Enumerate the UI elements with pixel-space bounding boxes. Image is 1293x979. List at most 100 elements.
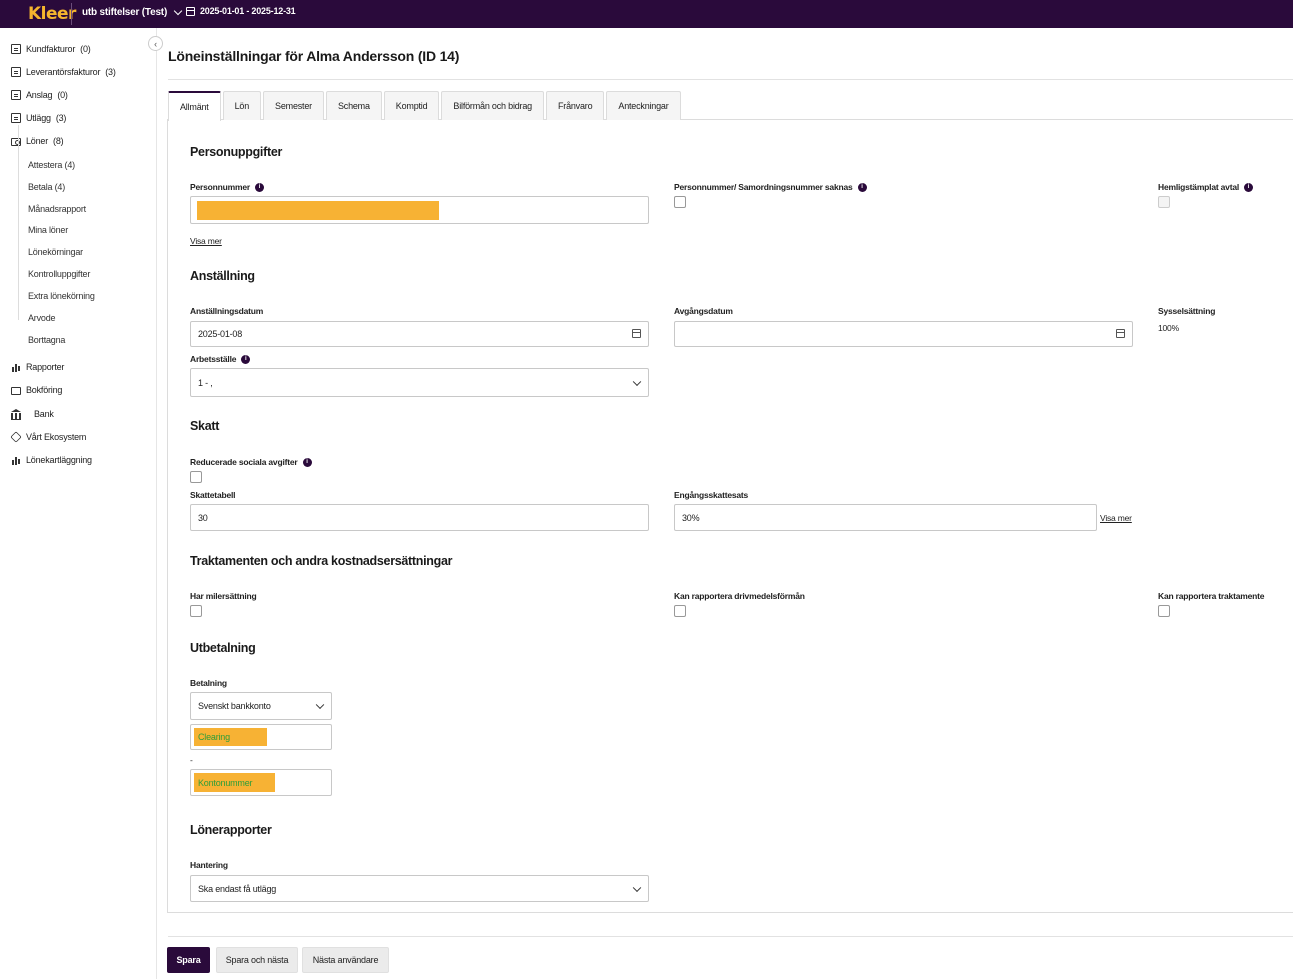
sidebar-item-label: Vårt Ekosystem [26, 432, 87, 442]
sidebar-subitem-mina-loner[interactable]: Mina löner [28, 225, 68, 235]
sidebar-item-vart-ekosystem[interactable]: Vårt Ekosystem [10, 430, 87, 444]
sidebar-subitem-attestera[interactable]: Attestera (4) [28, 160, 75, 170]
sidebar-item-leverantorsfakturor[interactable]: Leverantörsfakturor (3) [11, 65, 116, 79]
section-title-traktamenten: Traktamenten och andra kostnadsersättnin… [190, 554, 453, 568]
sidebar-item-label: Leverantörsfakturor [26, 67, 101, 77]
fuel-benefit-label: Kan rapportera drivmedelsförmån [674, 591, 805, 601]
handling-select[interactable]: Ska endast få utlägg [190, 875, 649, 902]
personnummer-saknas-label: Personnummer/ Samordningsnummer saknas i [674, 182, 867, 192]
sidebar-item-count: (3) [105, 67, 116, 77]
sidebar-item-count: (0) [57, 90, 68, 100]
personnummer-input[interactable] [190, 196, 649, 224]
sidebar-subitem-betala[interactable]: Betala (4) [28, 182, 65, 192]
tab-semester[interactable]: Semester [263, 91, 324, 120]
info-icon[interactable]: i [302, 457, 312, 467]
chevron-down-icon [315, 700, 325, 710]
clearing-placeholder: Clearing [198, 732, 230, 742]
end-date-input[interactable] [674, 321, 1133, 347]
kleer-logo[interactable]: Kleer [8, 3, 76, 24]
info-icon[interactable]: i [241, 354, 251, 364]
account-placeholder: Kontonummer [198, 777, 253, 788]
period-selector[interactable]: 2025-01-01 - 2025-12-31 [186, 6, 296, 16]
supplier-invoice-icon [11, 67, 21, 77]
personnummer-saknas-label-text: Personnummer/ Samordningsnummer saknas [674, 182, 853, 192]
bank-icon [11, 409, 21, 420]
chevron-down-icon [173, 6, 183, 16]
sidebar-item-bank[interactable]: Bank [11, 407, 54, 421]
period-text: 2025-01-01 - 2025-12-31 [200, 6, 296, 16]
personnummer-label: Personnummer i [190, 182, 264, 192]
grant-icon [11, 90, 21, 100]
hemligstamplat-checkbox[interactable] [1158, 196, 1170, 208]
start-date-input[interactable]: 2025-01-08 [190, 321, 649, 347]
redacted-value: Kontonummer [194, 773, 275, 792]
section-title-utbetalning: Utbetalning [190, 641, 256, 655]
section-title-skatt: Skatt [190, 419, 220, 433]
company-selector[interactable]: utb stiftelser (Test) [82, 6, 183, 18]
tab-bilforman[interactable]: Bilförmån och bidrag [441, 91, 544, 120]
chevron-down-icon [632, 883, 642, 892]
info-icon[interactable]: i [254, 182, 264, 192]
show-more-link[interactable]: Visa mer [190, 236, 222, 246]
reduced-fees-checkbox[interactable] [190, 471, 202, 483]
sidebar-subitem-borttagna[interactable]: Borttagna [28, 335, 65, 345]
sidebar-item-anslag[interactable]: Anslag (0) [11, 88, 68, 102]
expense-icon [11, 113, 21, 123]
calendar-icon[interactable] [1116, 329, 1125, 338]
payment-select[interactable]: Svenskt bankkonto [190, 692, 332, 720]
sidebar-subitem-manadsrapport[interactable]: Månadsrapport [28, 204, 86, 214]
workplace-select[interactable]: 1 - , [190, 368, 649, 397]
tab-anteckningar[interactable]: Anteckningar [606, 91, 681, 120]
redacted-value [197, 201, 439, 220]
sidebar-item-label: Löner [26, 136, 49, 146]
mileage-label: Har milersättning [190, 591, 257, 601]
calendar-icon[interactable] [632, 329, 641, 338]
clearing-input[interactable]: Clearing [190, 724, 332, 750]
page-title: Löneinställningar för Alma Andersson (ID… [168, 48, 460, 64]
sidebar-item-label: Lönekartläggning [26, 455, 92, 465]
info-icon[interactable]: i [857, 182, 867, 192]
personnummer-saknas-checkbox[interactable] [674, 196, 686, 208]
sidebar-item-lonekartlaggning[interactable]: Lönekartläggning [11, 453, 92, 467]
sidebar-item-label: Bank [34, 409, 54, 419]
fuel-benefit-checkbox[interactable] [674, 605, 686, 617]
tax-show-more-link[interactable]: Visa mer [1100, 513, 1132, 523]
personnummer-label-text: Personnummer [190, 182, 250, 192]
sidebar-item-utlagg[interactable]: Utlägg (3) [11, 111, 66, 125]
sidebar-subitem-kontrolluppgifter[interactable]: Kontrolluppgifter [28, 269, 90, 279]
sidebar-subitem-arvode[interactable]: Arvode [28, 313, 56, 323]
info-icon[interactable]: i [1244, 182, 1254, 192]
sidebar-subitem-extra-lonekorning[interactable]: Extra lönekörning [28, 291, 95, 301]
save-and-next-button[interactable]: Spara och nästa [216, 947, 298, 973]
tab-franvaro[interactable]: Frånvaro [545, 91, 605, 120]
account-separator: - [190, 755, 193, 765]
top-bar: Kleer utb stiftelser (Test) 2025-01-01 -… [0, 0, 1293, 28]
payment-value: Svenskt bankkonto [198, 701, 271, 711]
start-date-value: 2025-01-08 [198, 329, 243, 339]
workplace-label: Arbetsställe i [190, 354, 251, 364]
sidebar-item-kundfakturor[interactable]: Kundfakturor (0) [11, 42, 91, 56]
tax-table-input[interactable]: 30 [190, 504, 649, 531]
per-diem-checkbox[interactable] [1158, 605, 1170, 617]
mileage-checkbox[interactable] [190, 605, 202, 617]
tab-allmant[interactable]: Allmänt [168, 91, 221, 121]
tab-komptid[interactable]: Komptid [383, 91, 440, 120]
tab-schema[interactable]: Schema [325, 91, 382, 120]
account-input[interactable]: Kontonummer [190, 769, 332, 796]
tab-lon[interactable]: Lön [222, 91, 262, 120]
workplace-label-text: Arbetsställe [190, 354, 237, 364]
sidebar-item-bokforing[interactable]: Bokföring [11, 383, 62, 397]
start-date-label: Anställningsdatum [190, 306, 264, 316]
onetime-tax-input[interactable]: 30% [674, 504, 1097, 531]
section-title-anstallning: Anställning [190, 269, 255, 283]
ecosystem-icon [10, 431, 22, 443]
chevron-left-icon: ‹ [154, 38, 157, 49]
sidebar-subitem-lonekorningar[interactable]: Lönekörningar [28, 247, 83, 257]
sidebar-collapse-button[interactable]: ‹ [148, 36, 163, 51]
sidebar-item-label: Rapporter [26, 362, 65, 372]
reduced-fees-label-text: Reducerade sociala avgifter [190, 457, 298, 467]
next-user-button[interactable]: Nästa användare [302, 947, 389, 973]
save-button[interactable]: Spara [167, 947, 210, 973]
sidebar-item-rapporter[interactable]: Rapporter [11, 360, 64, 374]
handling-value: Ska endast få utlägg [198, 883, 277, 894]
